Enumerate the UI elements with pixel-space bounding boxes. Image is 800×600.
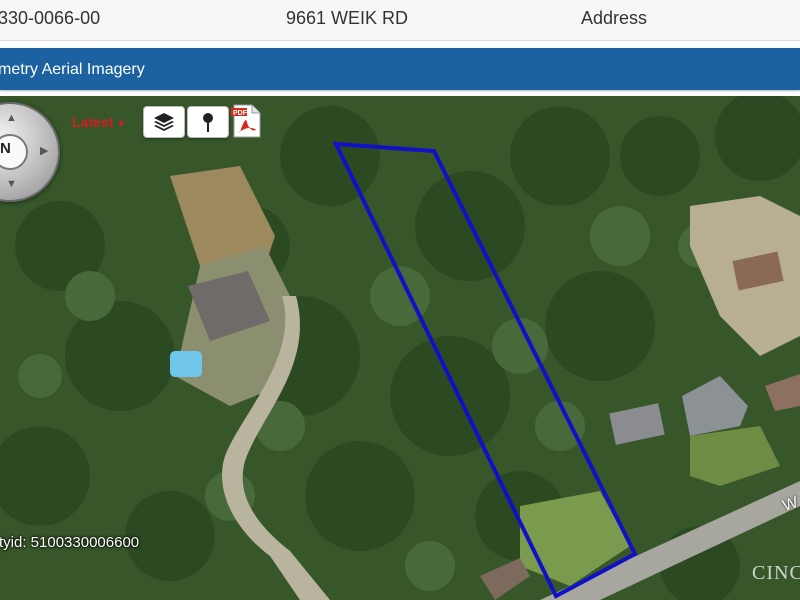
svg-text:PDF: PDF — [233, 110, 248, 117]
provider-watermark: CINC — [752, 562, 800, 584]
parcel-address: 9661 WEIK RD — [286, 8, 409, 28]
layers-button[interactable] — [143, 106, 185, 138]
parcel-result-row: 330-0066-00 9661 WEIK RD Address — [0, 0, 800, 41]
parcel-outline — [332, 141, 638, 599]
imagery-year-label: Latest — [72, 114, 114, 130]
parcel-address-type: Address — [581, 8, 648, 28]
pan-up-icon[interactable]: ▲ — [6, 112, 17, 124]
layers-icon — [154, 113, 174, 131]
section-title: metry Aerial Imagery — [0, 61, 145, 78]
compass-north-label: N — [0, 140, 11, 157]
pan-right-icon[interactable]: ▶ — [40, 144, 48, 157]
pin-icon — [203, 113, 213, 132]
parcel-id-label: tyid: 5100330006600 — [0, 534, 140, 551]
pdf-export-button[interactable]: PDF — [230, 104, 262, 138]
pan-down-icon[interactable]: ▼ — [6, 178, 17, 190]
pdf-icon: PDF — [231, 104, 261, 138]
section-header: metry Aerial Imagery — [0, 48, 800, 90]
parcel-number: 330-0066-00 — [0, 8, 101, 28]
aerial-map[interactable]: ▲ ▼ ▶ N Latest ▼ PDF tyid: 5100330006600 … — [0, 96, 800, 600]
imagery-year-select[interactable]: Latest ▼ — [72, 114, 126, 130]
caret-down-icon: ▼ — [116, 119, 127, 130]
identify-button[interactable] — [187, 106, 229, 138]
parcel-boundary — [332, 141, 638, 599]
